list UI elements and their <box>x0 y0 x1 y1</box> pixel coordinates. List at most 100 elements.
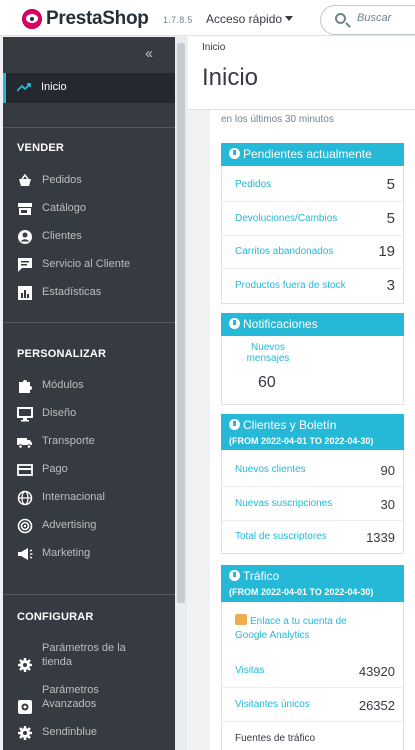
row-label[interactable]: Pedidos <box>235 179 271 190</box>
breadcrumb[interactable]: Inicio <box>202 42 225 53</box>
sidebar-item-internacional[interactable]: Internacional <box>3 485 175 511</box>
traffic-card: Enlace a tu cuenta de Google Analytics Vi… <box>221 602 404 750</box>
sidebar-item-inicio[interactable]: Inicio <box>3 73 175 103</box>
row-label[interactable]: Visitantes únicos <box>235 699 310 710</box>
divider <box>3 594 175 595</box>
sidebar-item-pedidos[interactable]: Pedidos <box>3 168 175 194</box>
traffic-card-title: Tráfico <box>243 569 280 583</box>
target-icon <box>17 518 33 534</box>
sidebar-item-catalogo[interactable]: Catálogo <box>3 196 175 222</box>
sidebar-item-label: Pago <box>42 463 68 475</box>
divider <box>3 127 175 128</box>
truck-icon <box>17 438 32 449</box>
row-label[interactable]: Visitas <box>235 665 264 676</box>
globe-icon <box>17 490 33 506</box>
row-label[interactable]: Nuevos clientes <box>235 464 306 475</box>
traffic-card-header: Tráfico (FROM 2022-04-01 TO 2022-04-30) <box>221 565 404 602</box>
row-value: 5 <box>386 176 395 193</box>
card-icon <box>17 464 33 476</box>
sidebar-item-diseno[interactable]: Diseño <box>3 401 175 427</box>
sidebar-item-label: Parámetros de la tienda <box>42 642 126 668</box>
collapse-sidebar-icon[interactable]: ‹‹ <box>145 45 153 62</box>
notifications-card: Nuevos mensajes 60 <box>221 336 404 405</box>
google-analytics-link[interactable]: Enlace a tu cuenta de Google Analytics <box>235 614 347 643</box>
sidebar-scrollbar[interactable] <box>175 37 187 750</box>
pending-row-devoluciones[interactable]: Devoluciones/Cambios 5 <box>222 203 403 236</box>
sidebar-item-label: Transporte <box>42 435 95 447</box>
row-label[interactable]: Total de suscriptores <box>235 531 327 542</box>
sidebar-item-servicio-cliente[interactable]: Servicio al Cliente <box>3 252 175 278</box>
sidebar-item-transporte[interactable]: Transporte <box>3 429 175 455</box>
caret-down-icon <box>285 16 294 21</box>
page-title: Inicio <box>202 64 259 91</box>
sidebar-item-clientes[interactable]: Clientes <box>3 224 175 250</box>
customers-row-subscriptions[interactable]: Nuevas suscripciones 30 <box>222 488 403 521</box>
clock-icon <box>229 148 240 159</box>
top-header: PrestaShop 1.7.8.5 Acceso rápido <box>0 0 415 36</box>
sidebar: ‹‹ Inicio VENDER Pedidos Catálogo Client… <box>3 37 175 750</box>
sidebar-item-estadisticas[interactable]: Estadísticas <box>3 280 175 306</box>
sidebar-item-pago[interactable]: Pago <box>3 457 175 483</box>
scrollbar-thumb[interactable] <box>177 43 185 603</box>
row-value: 30 <box>380 497 395 512</box>
person-icon <box>18 230 32 244</box>
sidebar-item-label: Parámetros Avanzados <box>42 684 99 710</box>
quick-access-dropdown[interactable]: Acceso rápido <box>206 12 294 26</box>
customers-date-range: (FROM 2022-04-01 TO 2022-04-30) <box>229 436 374 446</box>
search-input[interactable] <box>357 12 415 24</box>
puffin-logo-icon <box>22 9 42 29</box>
traffic-row-visits[interactable]: Visitas 43920 <box>222 655 403 688</box>
pending-card-title: Pendientes actualmente <box>243 147 372 161</box>
sidebar-item-label: Internacional <box>42 491 105 503</box>
divider <box>3 322 175 323</box>
row-label[interactable]: Devoluciones/Cambios <box>235 213 337 224</box>
settings-box-icon <box>18 700 32 714</box>
section-title-configurar: CONFIGURAR <box>17 611 94 623</box>
sidebar-item-advertising[interactable]: Advertising <box>3 513 175 539</box>
version-label: 1.7.8.5 <box>163 15 193 25</box>
pending-card-header: Pendientes actualmente <box>221 143 404 166</box>
gear-icon <box>18 726 32 740</box>
search-box[interactable] <box>320 5 415 35</box>
cart-icon <box>19 173 31 186</box>
monitor-icon <box>17 407 33 422</box>
sidebar-item-marketing[interactable]: Marketing <box>3 541 175 567</box>
user-icon <box>229 419 240 430</box>
traffic-row-unique[interactable]: Visitantes únicos 26352 <box>222 689 403 722</box>
chat-icon <box>18 258 32 272</box>
prestashop-logo[interactable]: PrestaShop <box>22 8 149 30</box>
row-value: 43920 <box>358 664 395 679</box>
new-messages-label[interactable]: Nuevos mensajes <box>245 342 291 364</box>
chart-icon <box>18 286 32 300</box>
globe-icon <box>229 570 240 581</box>
section-title-vender: VENDER <box>17 142 65 154</box>
row-value: 1339 <box>366 530 395 545</box>
megaphone-icon <box>18 548 33 560</box>
trending-icon <box>17 83 31 92</box>
sidebar-item-sendinblue[interactable]: Sendinblue <box>3 720 175 746</box>
traffic-date-range: (FROM 2022-04-01 TO 2022-04-30) <box>229 587 374 597</box>
row-label[interactable]: Carritos abandonados <box>235 246 333 257</box>
sidebar-item-label: Pedidos <box>42 174 82 186</box>
pending-row-stock[interactable]: Productos fuera de stock 3 <box>222 270 403 303</box>
sidebar-item-parametros-tienda[interactable]: Parámetros de la tienda <box>3 641 175 672</box>
section-title-personalizar: PERSONALIZAR <box>17 348 107 360</box>
customers-card: Nuevos clientes 90 Nuevas suscripciones 30… <box>221 450 404 554</box>
row-value: 26352 <box>358 698 395 713</box>
active-indicator <box>3 73 6 103</box>
row-label[interactable]: Nuevas suscripciones <box>235 498 332 509</box>
pending-row-pedidos[interactable]: Pedidos 5 <box>222 169 403 202</box>
sidebar-item-label: Servicio al Cliente <box>42 258 131 270</box>
sidebar-item-label: Módulos <box>42 379 84 391</box>
row-value: 19 <box>378 243 395 260</box>
row-value: 5 <box>386 210 395 227</box>
pending-row-carritos[interactable]: Carritos abandonados 19 <box>222 236 403 269</box>
sidebar-item-modulos[interactable]: Módulos <box>3 373 175 399</box>
sidebar-item-parametros-avanzados[interactable]: Parámetros Avanzados <box>3 683 175 714</box>
puzzle-icon <box>19 380 32 393</box>
row-label[interactable]: Productos fuera de stock <box>235 280 346 291</box>
notifications-card-header: Notificaciones <box>221 313 404 336</box>
sidebar-item-label: Inicio <box>41 81 67 93</box>
customers-row-total[interactable]: Total de suscriptores 1339 <box>222 521 403 554</box>
customers-row-new[interactable]: Nuevos clientes 90 <box>222 454 403 487</box>
